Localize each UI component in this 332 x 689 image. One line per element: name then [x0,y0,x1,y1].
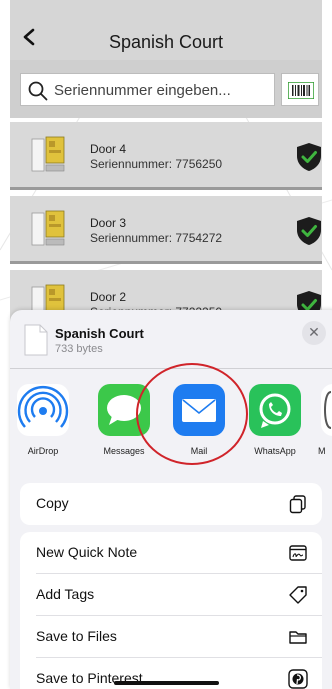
folder-icon [289,631,307,644]
share-app-label: Messages [103,446,145,456]
share-app-more[interactable]: M [318,384,332,464]
copy-icon [289,495,306,514]
new-quick-note-action[interactable]: New Quick Note [20,532,322,574]
close-icon: ✕ [308,324,320,340]
action-label: Add Tags [36,586,95,602]
copy-action[interactable]: Copy [20,483,322,525]
more-app-icon [321,384,332,436]
share-file-name: Spanish Court [55,326,144,341]
door-lock-device-image [31,210,65,246]
action-label: New Quick Note [36,544,138,560]
search-icon [28,81,48,101]
pinterest-icon [288,669,308,689]
device-row-door-4[interactable]: Door 4 Seriennummer: 7756250 [10,122,322,190]
share-app-label: AirDrop [27,446,59,456]
search-area: Seriennummer eingeben... [10,60,322,118]
device-serial: Seriennummer: 7756250 [90,157,223,171]
barcode-icon [288,82,314,99]
action-label: Copy [36,495,69,511]
shield-check-icon [297,217,321,245]
share-file-size: 733 bytes [55,343,103,355]
mail-highlight-circle [136,363,248,465]
page-title: Spanish Court [108,32,224,52]
home-indicator [114,681,219,685]
tag-icon [289,586,307,604]
share-sheet: Spanish Court 733 bytes ✕ AirDrop Messag… [10,310,332,689]
add-tags-action[interactable]: Add Tags [20,574,322,616]
app-header: Spanish Court [10,0,322,60]
device-row-door-3[interactable]: Door 3 Seriennummer: 7754272 [10,196,322,264]
shield-check-icon [297,143,321,171]
more-actions-group: New Quick Note Add Tags Save to Files Sa… [20,532,322,689]
action-label: Save to Files [36,628,117,644]
document-icon [24,324,48,356]
share-app-airdrop[interactable]: AirDrop [14,384,74,464]
whatsapp-icon [249,384,301,436]
share-app-label: WhatsApp [254,446,296,456]
close-button[interactable]: ✕ [302,321,326,345]
share-app-label: M [318,446,326,456]
barcode-scan-button[interactable] [281,73,319,106]
copy-action-group: Copy [20,483,322,525]
search-input[interactable]: Seriennummer eingeben... [20,73,275,106]
device-name: Door 2 [90,290,127,304]
device-name: Door 3 [90,216,127,230]
share-app-whatsapp[interactable]: WhatsApp [246,384,306,464]
search-placeholder: Seriennummer eingeben... [54,82,231,99]
save-to-files-action[interactable]: Save to Files [20,616,322,658]
device-name: Door 4 [90,142,127,156]
airdrop-icon [17,384,69,436]
door-lock-device-image [31,136,65,172]
quick-note-icon [289,545,307,561]
device-serial: Seriennummer: 7754272 [90,231,223,245]
